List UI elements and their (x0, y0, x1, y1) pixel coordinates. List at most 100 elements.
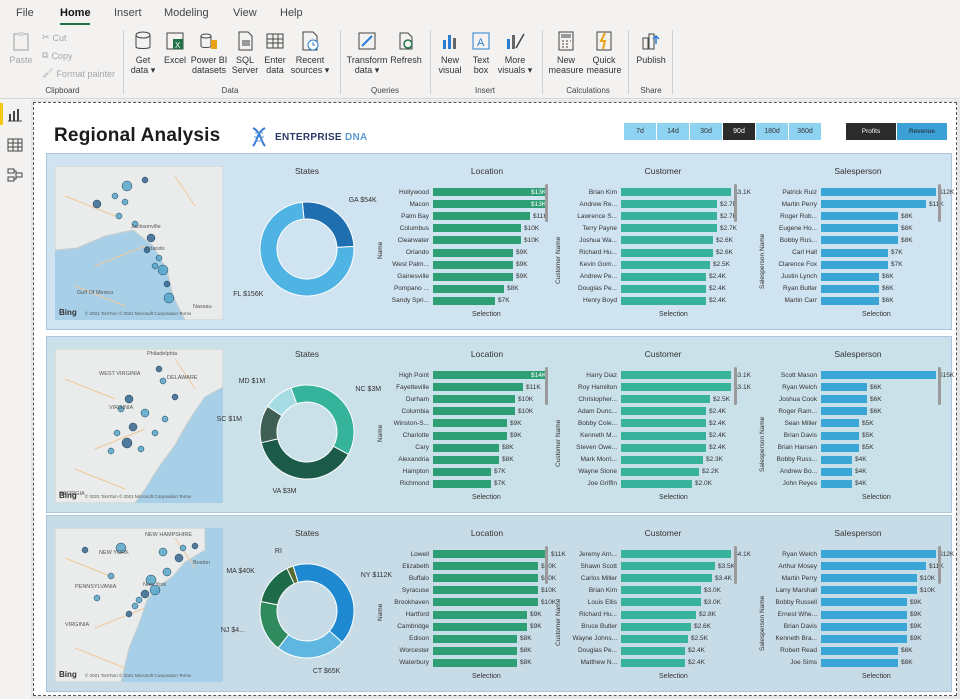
sql-server-button[interactable]: SQL Server (230, 30, 260, 75)
customer-bar[interactable] (621, 550, 731, 558)
more-visuals-button[interactable]: More visuals ▾ (496, 30, 534, 75)
salesperson-bar[interactable] (821, 467, 852, 476)
location-bar[interactable] (433, 224, 521, 233)
customer-bar[interactable] (621, 455, 703, 464)
get-data-button[interactable]: Get data ▾ (128, 30, 158, 75)
salesperson-bar[interactable] (821, 431, 859, 440)
location-bar-row[interactable]: Edison $8K (409, 634, 532, 644)
location-bar-row[interactable]: Elizabeth $10K (402, 561, 556, 571)
location-bar-row[interactable]: High Point $14K (399, 370, 548, 380)
salesperson-bar-row[interactable]: Brian Davis $9K (784, 622, 922, 632)
customer-bar[interactable] (621, 260, 710, 269)
salesperson-bar-row[interactable]: Scott Mason $15K (781, 370, 954, 380)
salesperson-bar[interactable] (821, 371, 936, 379)
customer-bar[interactable] (621, 431, 706, 440)
date-button-7d[interactable]: 7d (624, 123, 656, 140)
location-bar-row[interactable]: Hollywood $13K (399, 187, 548, 197)
new-measure-button[interactable]: New measure (548, 30, 584, 75)
salesperson-bar-row[interactable]: Andrew Bo... $4K (780, 467, 867, 477)
region-map[interactable]: NEW HAMPSHIRE NEW YORK Boston PENNSYLVANIA N… (55, 528, 223, 682)
location-bar-row[interactable]: Syracuse $10K (402, 585, 556, 595)
customer-bar[interactable] (621, 622, 691, 631)
metric-button-profits[interactable]: Profits (846, 123, 896, 140)
salesperson-bar[interactable] (821, 586, 917, 595)
location-bar-row[interactable]: Gainesville $9K (397, 272, 528, 282)
salesperson-bar-row[interactable]: Ernest Whe... $9K (778, 610, 922, 620)
location-bar-row[interactable]: Sandy Spri... $7K (392, 296, 510, 306)
salesperson-bar[interactable] (821, 260, 888, 269)
location-bar-row[interactable]: Hampton $7K (403, 467, 506, 477)
customer-scrollbar[interactable] (734, 546, 737, 584)
salesperson-bar-row[interactable]: Bobby Russell $9K (775, 597, 922, 607)
salesperson-bar[interactable] (821, 212, 898, 221)
text-box-button[interactable]: A Text box (466, 30, 496, 75)
location-scrollbar[interactable] (545, 546, 548, 584)
publish-button[interactable]: Publish (634, 30, 668, 65)
customer-bar-row[interactable]: Bruce Butler $2.6K (581, 622, 711, 632)
customer-bar-row[interactable]: Wayne Johns... $2.5K (572, 634, 708, 644)
location-bar-row[interactable]: Alexandria $8K (398, 455, 514, 465)
location-bar[interactable] (433, 658, 517, 667)
customer-bar[interactable] (621, 272, 706, 281)
location-bar-row[interactable]: Palm Bay $11K (401, 211, 548, 221)
customer-bar[interactable] (621, 383, 731, 392)
customer-bar-row[interactable]: Douglas Pe... $2.4K (578, 284, 726, 294)
location-bar-row[interactable]: Columbia $10K (402, 406, 533, 416)
location-bar[interactable] (433, 562, 538, 571)
customer-bar-row[interactable]: Brian Kim $3.1K (589, 187, 751, 197)
customer-bar[interactable] (621, 236, 713, 245)
salesperson-bar-row[interactable]: Roger Rob... $8K (780, 211, 913, 221)
salesperson-bar-row[interactable]: Bobby Russ... $4K (777, 455, 867, 465)
salesperson-scrollbar[interactable] (938, 367, 941, 405)
salesperson-bar-row[interactable]: Martin Perry $10K (782, 573, 935, 583)
location-bar[interactable] (433, 431, 507, 440)
location-bar[interactable] (433, 383, 523, 392)
tab-file[interactable]: File (16, 7, 34, 19)
salesperson-bar[interactable] (821, 248, 888, 257)
paste-button[interactable]: Paste (6, 30, 36, 65)
customer-bar[interactable] (621, 371, 731, 379)
salesperson-bar-row[interactable]: Carl Hall $7K (792, 248, 903, 258)
location-bar[interactable] (433, 455, 499, 464)
customer-bar-row[interactable]: Harry Diaz $3.1K (586, 370, 751, 380)
location-bar[interactable] (433, 479, 491, 488)
new-visual-button[interactable]: New visual (435, 30, 465, 75)
copy-button[interactable]: ⧉ Copy (42, 50, 72, 61)
salesperson-bar[interactable] (821, 574, 917, 583)
salesperson-bar-row[interactable]: Joe Sims $8K (790, 658, 913, 668)
customer-bar-row[interactable]: Adam Dunc... $2.4K (578, 406, 726, 416)
customer-bar-row[interactable]: Kevin Gom... $2.5K (579, 260, 730, 270)
location-bar[interactable] (433, 407, 515, 416)
customer-bar-row[interactable]: Andrew Pe... $2.4K (580, 272, 726, 282)
location-bar[interactable] (433, 598, 538, 607)
location-bar[interactable] (433, 212, 530, 221)
refresh-button[interactable]: Refresh (390, 30, 422, 65)
quick-measure-button[interactable]: Quick measure (585, 30, 623, 75)
location-scrollbar[interactable] (545, 367, 548, 405)
location-bar[interactable] (433, 236, 521, 245)
customer-bar[interactable] (621, 296, 706, 305)
salesperson-bar-row[interactable]: Sean Miller $5K (784, 418, 874, 428)
location-bar[interactable] (433, 646, 517, 655)
salesperson-bar[interactable] (821, 634, 907, 643)
salesperson-bar[interactable] (821, 296, 879, 305)
customer-bar-row[interactable]: Jeremy Arn... $4.1K (579, 549, 751, 559)
salesperson-bar-row[interactable]: Brian Davis $5K (784, 431, 874, 441)
salesperson-bar-row[interactable]: Justin Lynch $6K (781, 272, 894, 282)
customer-bar[interactable] (621, 598, 701, 607)
salesperson-bar[interactable] (821, 200, 926, 209)
salesperson-bar-row[interactable]: Joshua Cook $6K (779, 394, 882, 404)
customer-bar-row[interactable]: Andrew Re... $2.7K (579, 199, 737, 209)
location-bar[interactable] (433, 586, 538, 595)
customer-bar[interactable] (621, 574, 712, 583)
format-painter-button[interactable]: 🖌 Format painter (42, 68, 115, 79)
location-bar[interactable] (433, 610, 527, 619)
location-bar-row[interactable]: Macon $13K (409, 199, 548, 209)
salesperson-bar-row[interactable]: Martin Carr $6K (784, 296, 894, 306)
salesperson-bar[interactable] (821, 383, 867, 392)
report-view-icon[interactable] (7, 108, 23, 122)
salesperson-bar-row[interactable]: Patrick Ruiz $12K (782, 187, 954, 197)
salesperson-bar-row[interactable]: John Reyes $4K (783, 479, 867, 489)
salesperson-bar[interactable] (821, 188, 936, 196)
region-map[interactable]: Gulf Of Mexico Nassau Orlando Jacksonville B… (55, 166, 223, 320)
